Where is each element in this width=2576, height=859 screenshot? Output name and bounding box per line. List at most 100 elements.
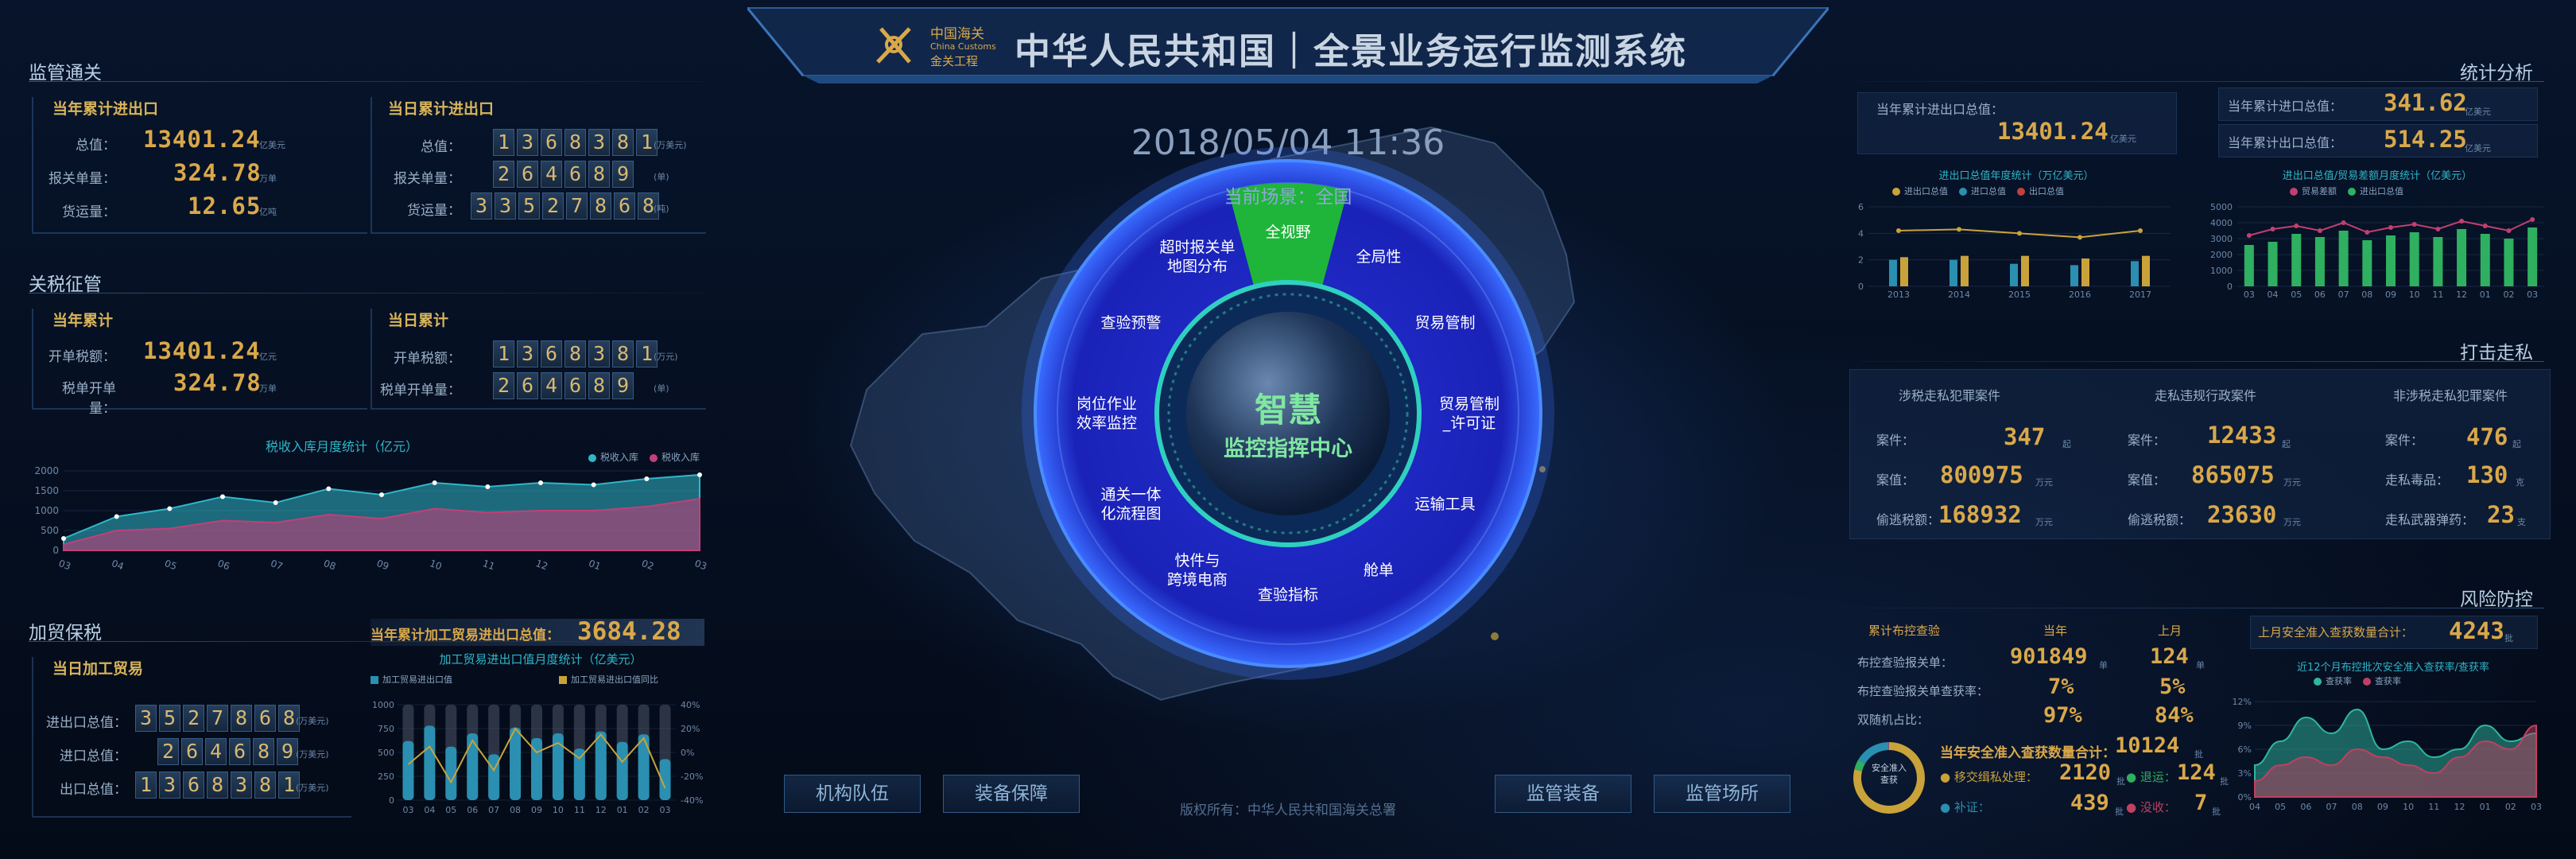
data-point xyxy=(326,486,332,492)
wheel-item[interactable]: 超时报关单 地图分布 xyxy=(1159,238,1235,276)
bar xyxy=(2504,239,2514,286)
legend-item: 进出口总值 xyxy=(1892,185,1948,197)
wheel-item[interactable]: 运输工具 xyxy=(1414,495,1475,514)
unit: 万元 xyxy=(2035,477,2053,488)
tick-label: 03 xyxy=(693,558,708,572)
tick-label: 06 xyxy=(2314,290,2326,300)
unit: 单 xyxy=(2099,660,2108,670)
value: 439 xyxy=(2070,791,2109,815)
bar xyxy=(2314,237,2325,286)
unit: 支 xyxy=(2517,517,2526,527)
data-point xyxy=(167,506,173,511)
tick-label: 0 xyxy=(389,795,394,806)
section-title-tariff: 关税征管 xyxy=(29,274,102,295)
digit: 6 xyxy=(541,129,562,156)
tick-label: 12 xyxy=(2456,290,2467,300)
digit: 2 xyxy=(157,738,179,765)
supervision-equipment-button[interactable]: 监管装备 xyxy=(1495,775,1631,813)
tick-label: 40% xyxy=(681,700,700,710)
table-header: 上月 xyxy=(2158,624,2182,638)
unit: 万单 xyxy=(259,383,277,394)
value: 124 xyxy=(2177,760,2216,785)
digit: 8 xyxy=(612,340,634,367)
wheel-item[interactable]: 岗位作业 效率监控 xyxy=(1077,395,1137,433)
label: 走私武器弹药： xyxy=(2385,512,2475,527)
bar xyxy=(2433,237,2443,286)
tick-label: 2016 xyxy=(2069,290,2091,300)
data-point xyxy=(379,492,384,497)
digit-counter: 264689 xyxy=(157,738,298,765)
wheel-item[interactable]: 查验预警 xyxy=(1101,313,1162,332)
digit-counter: 1368381 xyxy=(493,129,658,156)
bar xyxy=(467,733,479,800)
tick-label: 07 xyxy=(2338,290,2349,300)
label: 进出口总值： xyxy=(46,715,127,731)
wheel-item[interactable]: 舱单 xyxy=(1364,561,1394,580)
wheel-item[interactable]: 贸易管制 xyxy=(1414,313,1475,332)
tick-label: 08 xyxy=(2361,290,2372,300)
wheel-item[interactable]: 贸易管制 _许可证 xyxy=(1439,395,1499,433)
tick-label: 10 xyxy=(428,558,443,572)
equipment-support-button[interactable]: 装备保障 xyxy=(943,775,1080,813)
label: 案件： xyxy=(2385,433,2424,448)
stats-month-chart: 5000 4000 3000 2000 1000 0 03 04 05 06 07 08 09 10 11 1… xyxy=(2210,202,2544,300)
label: 出口总值： xyxy=(60,782,127,798)
tick-label: 0 xyxy=(52,545,59,556)
data-point xyxy=(485,484,491,489)
tick-label: 12% xyxy=(2233,697,2252,707)
tick-label: 0 xyxy=(2227,282,2233,292)
supervision-venue-button[interactable]: 监管场所 xyxy=(1654,775,1790,813)
bar-import xyxy=(2070,265,2078,286)
processing-chart-legend: 加工贸易进出口值 加工贸易进出口值同比 xyxy=(370,673,658,686)
wheel-item[interactable]: 全局性 xyxy=(1356,247,1401,266)
value: 324.78 xyxy=(173,369,262,396)
digit: 6 xyxy=(564,372,586,399)
tick-label: 2013 xyxy=(1887,290,1910,300)
section-divider xyxy=(1860,361,2544,362)
data-point xyxy=(644,476,650,481)
stats-year-legend: 进出口总值 进口总值 出口总值 xyxy=(1892,185,2064,197)
wheel-item[interactable]: 通关一体 化流程图 xyxy=(1101,485,1162,523)
label: 总值： xyxy=(421,139,461,155)
unit: (单) xyxy=(654,383,669,394)
digit: 8 xyxy=(564,340,586,367)
digit: 8 xyxy=(588,161,610,188)
value: 7 xyxy=(2194,791,2208,815)
wheel-item[interactable]: 全视野 xyxy=(1265,223,1310,242)
label: 货运量： xyxy=(407,203,461,219)
section-title-processing: 加贸保税 xyxy=(29,623,102,643)
digit: 8 xyxy=(612,129,634,156)
copyright: 版权所有：中华人民共和国海关总署 xyxy=(1180,803,1396,818)
bar xyxy=(2457,229,2467,286)
label: 开单税额： xyxy=(394,351,461,367)
wheel-item[interactable]: 查验指标 xyxy=(1258,585,1318,604)
tick-label: 08 xyxy=(510,805,521,815)
bar xyxy=(2480,234,2490,286)
tick-label: 20% xyxy=(681,724,700,734)
wheel-item[interactable]: 快件与 跨境电商 xyxy=(1167,551,1228,589)
value: 7% xyxy=(2048,674,2074,699)
column-title: 非涉税走私犯罪案件 xyxy=(2393,388,2508,403)
tick-label: 11 xyxy=(2432,290,2443,300)
digit: 3 xyxy=(517,340,538,367)
unit: (万元) xyxy=(654,352,678,362)
donut-segment xyxy=(1858,742,1889,764)
value: 84% xyxy=(2155,703,2194,728)
logo-text-cn: 中国海关 xyxy=(930,26,984,42)
value: 12433 xyxy=(2207,422,2277,449)
org-team-button[interactable]: 机构队伍 xyxy=(784,775,921,813)
digit: 2 xyxy=(493,161,514,188)
section-divider xyxy=(1860,81,2544,82)
tick-label: 0 xyxy=(1858,282,1864,292)
digit: 6 xyxy=(614,192,635,220)
processing-total-value: 3684.28 xyxy=(577,617,681,646)
tick-label: 3% xyxy=(2238,768,2252,779)
unit: 亿元 xyxy=(259,352,277,362)
value: 514.25 xyxy=(2384,126,2467,153)
digit: 3 xyxy=(517,129,538,156)
value: 476 xyxy=(2466,423,2508,450)
tick-label: 2017 xyxy=(2129,290,2151,300)
unit: 亿美元 xyxy=(2465,143,2491,154)
bar xyxy=(2268,242,2278,286)
digit: 5 xyxy=(159,705,180,732)
